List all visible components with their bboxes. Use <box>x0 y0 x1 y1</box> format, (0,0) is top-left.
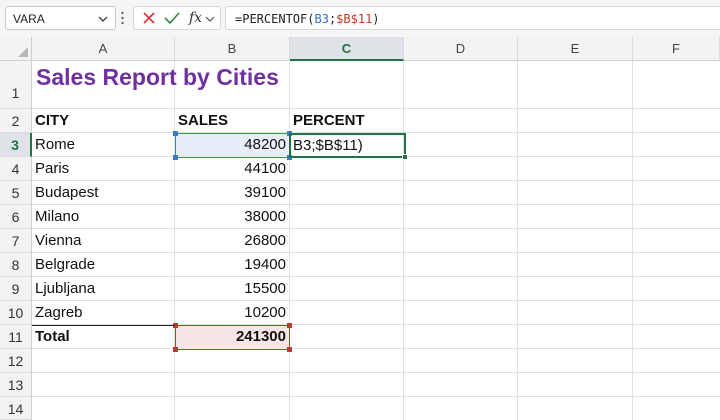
header-percent: PERCENT <box>293 112 365 129</box>
row-header-10[interactable]: 10 <box>0 301 32 325</box>
confirm-icon[interactable] <box>164 11 180 25</box>
total-value[interactable]: 241300 <box>175 325 290 349</box>
insert-function-icon[interactable]: fx <box>189 10 202 26</box>
city-cell[interactable]: Belgrade <box>32 253 98 277</box>
sales-cell[interactable]: 38000 <box>175 205 290 229</box>
row-header-4[interactable]: 4 <box>0 157 32 181</box>
sales-cell[interactable]: 26800 <box>175 229 290 253</box>
sales-cell[interactable]: 48200 <box>175 133 290 157</box>
header-city: CITY <box>35 112 70 129</box>
column-header-d[interactable]: D <box>404 37 518 61</box>
column-header-c[interactable]: C <box>290 37 404 61</box>
column-header-b[interactable]: B <box>175 37 290 61</box>
row-header-8[interactable]: 8 <box>0 253 32 277</box>
city-cell[interactable]: Vienna <box>32 229 84 253</box>
city-cell[interactable]: Zagreb <box>32 301 86 325</box>
header-sales: SALES <box>178 112 229 129</box>
row-header-14[interactable]: 14 <box>0 397 32 420</box>
city-cell[interactable]: Paris <box>32 157 72 181</box>
row-header-7[interactable]: 7 <box>0 229 32 253</box>
row-header-13[interactable]: 13 <box>0 373 32 397</box>
formula-text: =PERCENTOF(B3;$B$11) <box>235 12 380 26</box>
city-cell[interactable]: Budapest <box>32 181 101 205</box>
sales-cell[interactable]: 19400 <box>175 253 290 277</box>
column-header-f[interactable]: F <box>633 37 720 61</box>
fill-handle[interactable] <box>402 154 408 160</box>
sales-cell[interactable]: 44100 <box>175 157 290 181</box>
sales-cell[interactable]: 39100 <box>175 181 290 205</box>
cancel-icon[interactable] <box>142 11 156 25</box>
active-cell-text: B3;$B$11) <box>293 137 363 154</box>
row-header-11[interactable]: 11 <box>0 325 32 349</box>
formula-controls: fx <box>133 6 221 30</box>
select-all-button[interactable] <box>0 37 32 61</box>
column-header-e[interactable]: E <box>518 37 633 61</box>
sales-cell[interactable]: 15500 <box>175 277 290 301</box>
city-cell[interactable]: Rome <box>32 133 78 157</box>
city-cell[interactable]: Ljubljana <box>32 277 98 301</box>
row-header-9[interactable]: 9 <box>0 277 32 301</box>
more-options-icon[interactable] <box>121 11 124 25</box>
report-title: Sales Report by Cities <box>36 64 279 90</box>
row-header-12[interactable]: 12 <box>0 349 32 373</box>
spreadsheet-grid: A B C D E F 1 2 3 4 5 6 7 8 9 10 11 12 1… <box>0 37 720 420</box>
formula-bar: VARA fx =PERCENTOF(B3;$B$11) <box>0 0 720 37</box>
row-header-1[interactable]: 1 <box>0 61 32 109</box>
sales-cell[interactable]: 10200 <box>175 301 290 325</box>
row-header-5[interactable]: 5 <box>0 181 32 205</box>
row-header-2[interactable]: 2 <box>0 109 32 133</box>
chevron-down-icon[interactable] <box>205 14 215 24</box>
row-header-3[interactable]: 3 <box>0 133 32 157</box>
formula-input[interactable]: =PERCENTOF(B3;$B$11) <box>225 6 720 30</box>
column-header-a[interactable]: A <box>32 37 175 61</box>
chevron-down-icon[interactable] <box>97 13 109 25</box>
name-box-value: VARA <box>13 12 45 26</box>
total-label[interactable]: Total <box>32 325 73 349</box>
city-cell[interactable]: Milano <box>32 205 82 229</box>
name-box[interactable]: VARA <box>5 6 116 30</box>
row-header-6[interactable]: 6 <box>0 205 32 229</box>
